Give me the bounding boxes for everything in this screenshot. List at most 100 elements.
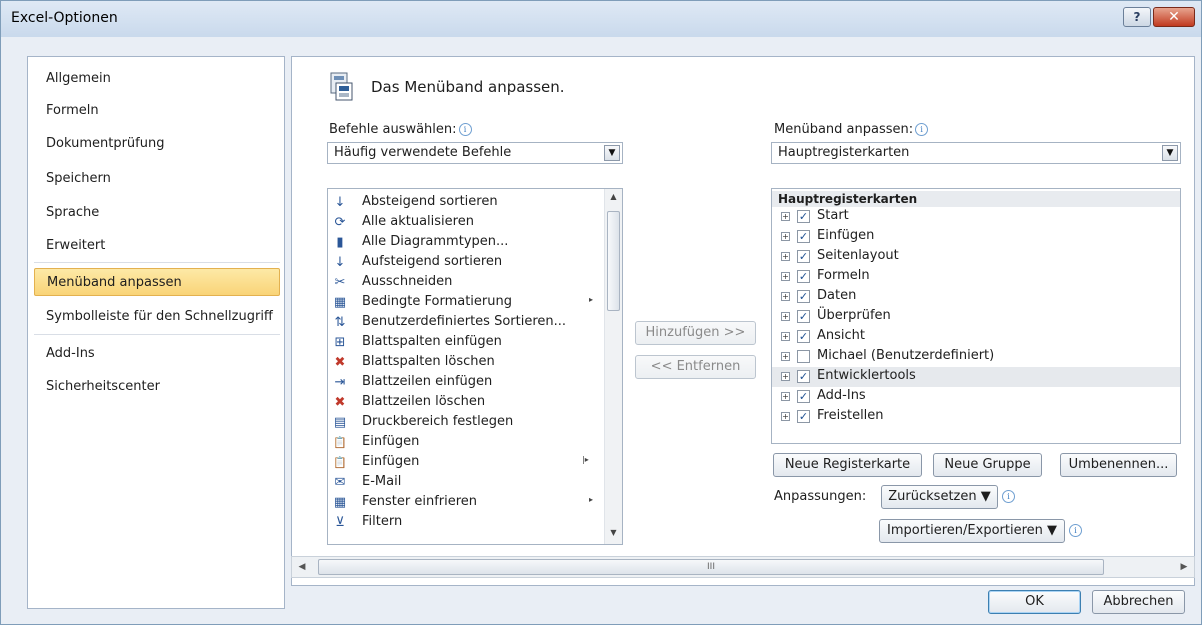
scrollbar-thumb[interactable]: III [318, 559, 1104, 575]
tree-item-ansicht[interactable]: + ✓ Ansicht [772, 327, 1180, 347]
commands-label: Befehle auswählen: i [329, 122, 472, 137]
sort-descending-icon: ↓ [334, 195, 346, 210]
scroll-down-icon[interactable]: ▼ [607, 528, 620, 541]
help-button[interactable]: ? [1123, 7, 1151, 27]
list-item[interactable]: ✖ Blattspalten löschen [328, 353, 606, 373]
checkbox[interactable]: ✓ [797, 290, 810, 303]
expand-icon[interactable]: + [781, 312, 790, 321]
list-item-label: Aufsteigend sortieren [362, 254, 503, 269]
ribbon-dropdown[interactable]: Hauptregisterkarten ▼ [771, 142, 1181, 164]
sidebar-item-formeln[interactable]: Formeln [34, 97, 280, 125]
list-item-label: E-Mail [362, 474, 402, 489]
sidebar-item-menueband-anpassen[interactable]: Menüband anpassen [34, 268, 280, 296]
tree-item-label: Daten [817, 288, 857, 303]
checkbox[interactable]: ✓ [797, 410, 810, 423]
submenu-arrow-icon: ▸ [589, 295, 594, 304]
list-item[interactable]: 📋 Einfügen |▸ [328, 453, 606, 473]
list-item[interactable]: ↓ Aufsteigend sortieren [328, 253, 606, 273]
main-horizontal-scrollbar[interactable]: ◀ III ▶ [291, 556, 1195, 578]
commands-scrollbar[interactable]: ▲ ▼ [604, 189, 622, 544]
checkbox[interactable]: ✓ [797, 310, 810, 323]
checkbox[interactable]: ✓ [797, 390, 810, 403]
list-item[interactable]: ✖ Blattzeilen löschen [328, 393, 606, 413]
expand-icon[interactable]: + [781, 252, 790, 261]
info-icon: i [915, 123, 929, 136]
sidebar-item-allgemein[interactable]: Allgemein [34, 65, 280, 93]
tree-item-entwicklertools[interactable]: + ✓ Entwicklertools [772, 367, 1180, 387]
scroll-left-icon[interactable]: ◀ [294, 559, 310, 575]
scroll-up-icon[interactable]: ▲ [607, 192, 620, 205]
freeze-panes-icon: ▦ [333, 495, 347, 510]
add-button[interactable]: Hinzufügen >> [635, 321, 756, 345]
rename-button[interactable]: Umbenennen... [1060, 453, 1177, 477]
tree-item-formeln[interactable]: + ✓ Formeln [772, 267, 1180, 287]
sidebar-item-sicherheitscenter[interactable]: Sicherheitscenter [34, 373, 280, 401]
import-export-button[interactable]: Importieren/Exportieren ▼ [879, 519, 1065, 543]
chevron-down-icon[interactable]: ▼ [1162, 145, 1178, 161]
close-button[interactable]: ✕ [1153, 7, 1195, 27]
info-icon: i [1002, 490, 1015, 503]
sidebar-item-schnellzugriff[interactable]: Symbolleiste für den Schnellzugriff [34, 303, 280, 331]
list-item-label: Einfügen [362, 434, 420, 449]
expand-icon[interactable]: + [781, 232, 790, 241]
chevron-down-icon[interactable]: ▼ [604, 145, 620, 161]
list-item[interactable]: ⇥ Blattzeilen einfügen [328, 373, 606, 393]
tree-item-seitenlayout[interactable]: + ✓ Seitenlayout [772, 247, 1180, 267]
tree-item-einfuegen[interactable]: + ✓ Einfügen [772, 227, 1180, 247]
expand-icon[interactable]: + [781, 412, 790, 421]
scroll-right-icon[interactable]: ▶ [1176, 559, 1192, 575]
cancel-button[interactable]: Abbrechen [1092, 590, 1185, 614]
list-item-label: Blattspalten löschen [362, 354, 495, 369]
ribbon-tabs-tree[interactable]: Hauptregisterkarten + ✓ Start + ✓ Einfügen +… [771, 188, 1181, 444]
expand-icon[interactable]: + [781, 332, 790, 341]
sidebar-item-erweitert[interactable]: Erweitert [34, 232, 280, 260]
new-tab-button[interactable]: Neue Registerkarte [773, 453, 922, 477]
list-item[interactable]: ⇅ Benutzerdefiniertes Sortieren... [328, 313, 606, 333]
sidebar-item-sprache[interactable]: Sprache [34, 199, 280, 227]
tree-item-start[interactable]: + ✓ Start [772, 207, 1180, 227]
list-item[interactable]: ↓ Absteigend sortieren [328, 193, 606, 213]
checkbox[interactable]: ✓ [797, 230, 810, 243]
list-item[interactable]: ⊻ Filtern [328, 513, 606, 533]
checkbox[interactable]: ✓ [797, 210, 810, 223]
expand-icon[interactable]: + [781, 352, 790, 361]
expand-icon[interactable]: + [781, 212, 790, 221]
list-item[interactable]: ⊞ Blattspalten einfügen [328, 333, 606, 353]
sidebar-item-add-ins[interactable]: Add-Ins [34, 340, 280, 368]
excel-options-dialog: Excel-Optionen ? ✕ Allgemein Formeln Dok… [0, 0, 1202, 625]
checkbox[interactable]: ✓ [797, 270, 810, 283]
sidebar-item-dokumentpruefung[interactable]: Dokumentprüfung [34, 130, 280, 158]
expand-icon[interactable]: + [781, 272, 790, 281]
list-item[interactable]: ▮ Alle Diagrammtypen... [328, 233, 606, 253]
expand-icon[interactable]: + [781, 392, 790, 401]
new-group-button[interactable]: Neue Gruppe [933, 453, 1042, 477]
sort-ascending-icon: ↓ [334, 255, 346, 270]
info-icon: i [458, 123, 472, 136]
reset-button[interactable]: Zurücksetzen ▼ [881, 485, 998, 509]
expand-icon[interactable]: + [781, 292, 790, 301]
list-item[interactable]: ▦ Bedingte Formatierung ▸ [328, 293, 606, 313]
list-item[interactable]: ✉ E-Mail [328, 473, 606, 493]
scrollbar-thumb[interactable] [607, 211, 620, 311]
list-item[interactable]: ✂ Ausschneiden [328, 273, 606, 293]
checkbox[interactable]: ✓ [797, 330, 810, 343]
checkbox[interactable]: ✓ [797, 370, 810, 383]
tree-item-add-ins[interactable]: + ✓ Add-Ins [772, 387, 1180, 407]
remove-button[interactable]: << Entfernen [635, 355, 756, 379]
tree-item-ueberpruefen[interactable]: + ✓ Überprüfen [772, 307, 1180, 327]
commands-list[interactable]: ↓ Absteigend sortieren ⟳ Alle aktualisiere… [327, 188, 623, 545]
commands-dropdown[interactable]: Häufig verwendete Befehle ▼ [327, 142, 623, 164]
tree-item-michael[interactable]: + Michael (Benutzerdefiniert) [772, 347, 1180, 367]
ok-button[interactable]: OK [988, 590, 1081, 614]
list-item[interactable]: ▤ Druckbereich festlegen [328, 413, 606, 433]
list-item[interactable]: ▦ Fenster einfrieren ▸ [328, 493, 606, 513]
list-item[interactable]: 📋 Einfügen [328, 433, 606, 453]
checkbox[interactable] [797, 350, 810, 363]
tree-item-daten[interactable]: + ✓ Daten [772, 287, 1180, 307]
checkbox[interactable]: ✓ [797, 250, 810, 263]
list-item[interactable]: ⟳ Alle aktualisieren [328, 213, 606, 233]
tree-item-freistellen[interactable]: + ✓ Freistellen [772, 407, 1180, 427]
expand-icon[interactable]: + [781, 372, 790, 381]
tree-item-label: Start [817, 208, 849, 223]
sidebar-item-speichern[interactable]: Speichern [34, 165, 280, 193]
